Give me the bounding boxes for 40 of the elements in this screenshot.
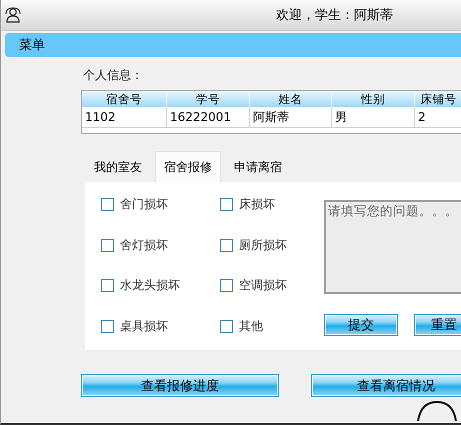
table-cell: 2 [415, 107, 461, 128]
checkbox[interactable] [101, 320, 114, 332]
menu-label[interactable]: 菜单 [19, 36, 45, 54]
reset-button[interactable]: 重置 [414, 314, 461, 336]
table-cell: 1102 [82, 107, 167, 128]
checkbox-label: 床损坏 [239, 196, 275, 213]
checkbox-label: 其他 [239, 318, 263, 334]
checkbox-label: 舍灯损坏 [120, 236, 168, 254]
checkbox[interactable] [220, 238, 233, 252]
tab[interactable]: 宿舍报修 [155, 151, 221, 182]
tab[interactable]: 我的室友 [85, 151, 151, 182]
submit-button[interactable]: 提交 [324, 314, 398, 336]
table-cell: 阿斯蒂 [250, 107, 332, 128]
checkbox[interactable] [101, 279, 114, 292]
checkbox-label: 厕所损坏 [239, 236, 287, 254]
checkbox[interactable] [220, 320, 233, 332]
user-icon [5, 7, 21, 23]
section-label: 个人信息： [83, 67, 144, 84]
checkbox-label: 舍门损坏 [120, 196, 168, 213]
menu-bar[interactable]: 菜单 [5, 33, 461, 57]
table-cell: 男 [332, 107, 415, 128]
column-header: 姓名 [250, 91, 332, 107]
checkbox[interactable] [101, 198, 114, 211]
column-header: 宿舍号 [82, 91, 167, 107]
checkbox-label: 桌具损坏 [120, 318, 168, 334]
checkbox[interactable] [220, 279, 233, 292]
column-header: 学号 [167, 91, 250, 107]
checkbox-label: 空调损坏 [239, 277, 287, 294]
checkbox[interactable] [101, 238, 114, 252]
action-button[interactable]: 查看报修进度 [81, 374, 279, 397]
column-header: 性别 [332, 91, 415, 107]
window-title: 欢迎，学生：阿斯蒂 [276, 7, 393, 24]
table-cell: 16222001 [167, 107, 250, 128]
action-button[interactable]: 查看离宿情况 [311, 374, 461, 397]
problem-field[interactable]: 请填写您的问题。。。 [324, 200, 461, 294]
column-header: 床铺号 [415, 91, 461, 107]
checkbox[interactable] [220, 198, 233, 211]
arc-drawing [417, 401, 457, 421]
checkbox-label: 水龙头损坏 [120, 277, 180, 294]
tab[interactable]: 申请离宿 [225, 151, 291, 182]
